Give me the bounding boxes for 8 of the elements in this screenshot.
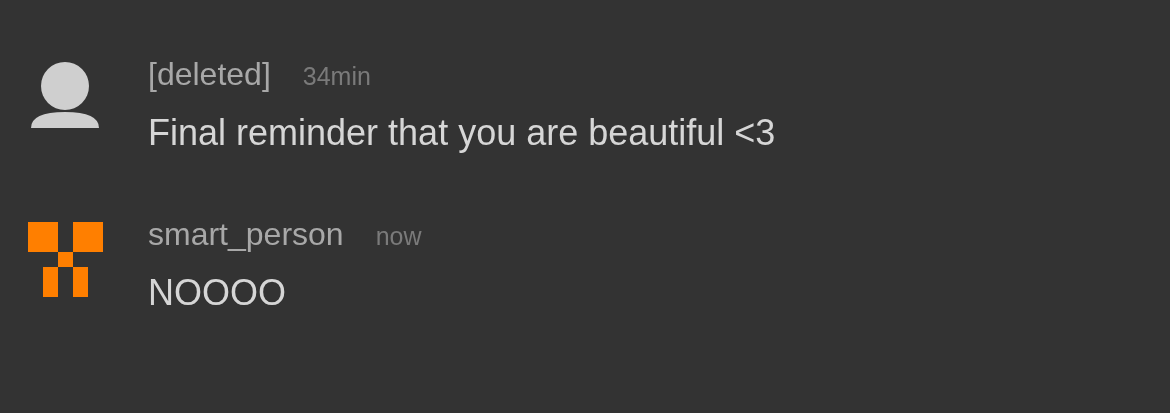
user-silhouette-icon: [31, 62, 99, 128]
comment-text: NOOOO: [148, 271, 287, 315]
comment-text: Final reminder that you are beautiful <3: [148, 111, 776, 155]
author-name: smart_person: [148, 215, 344, 254]
author-name: [deleted]: [148, 55, 271, 94]
timestamp: now: [375, 221, 422, 252]
timestamp: 34min: [302, 61, 371, 92]
identicon-icon: [27, 222, 103, 297]
